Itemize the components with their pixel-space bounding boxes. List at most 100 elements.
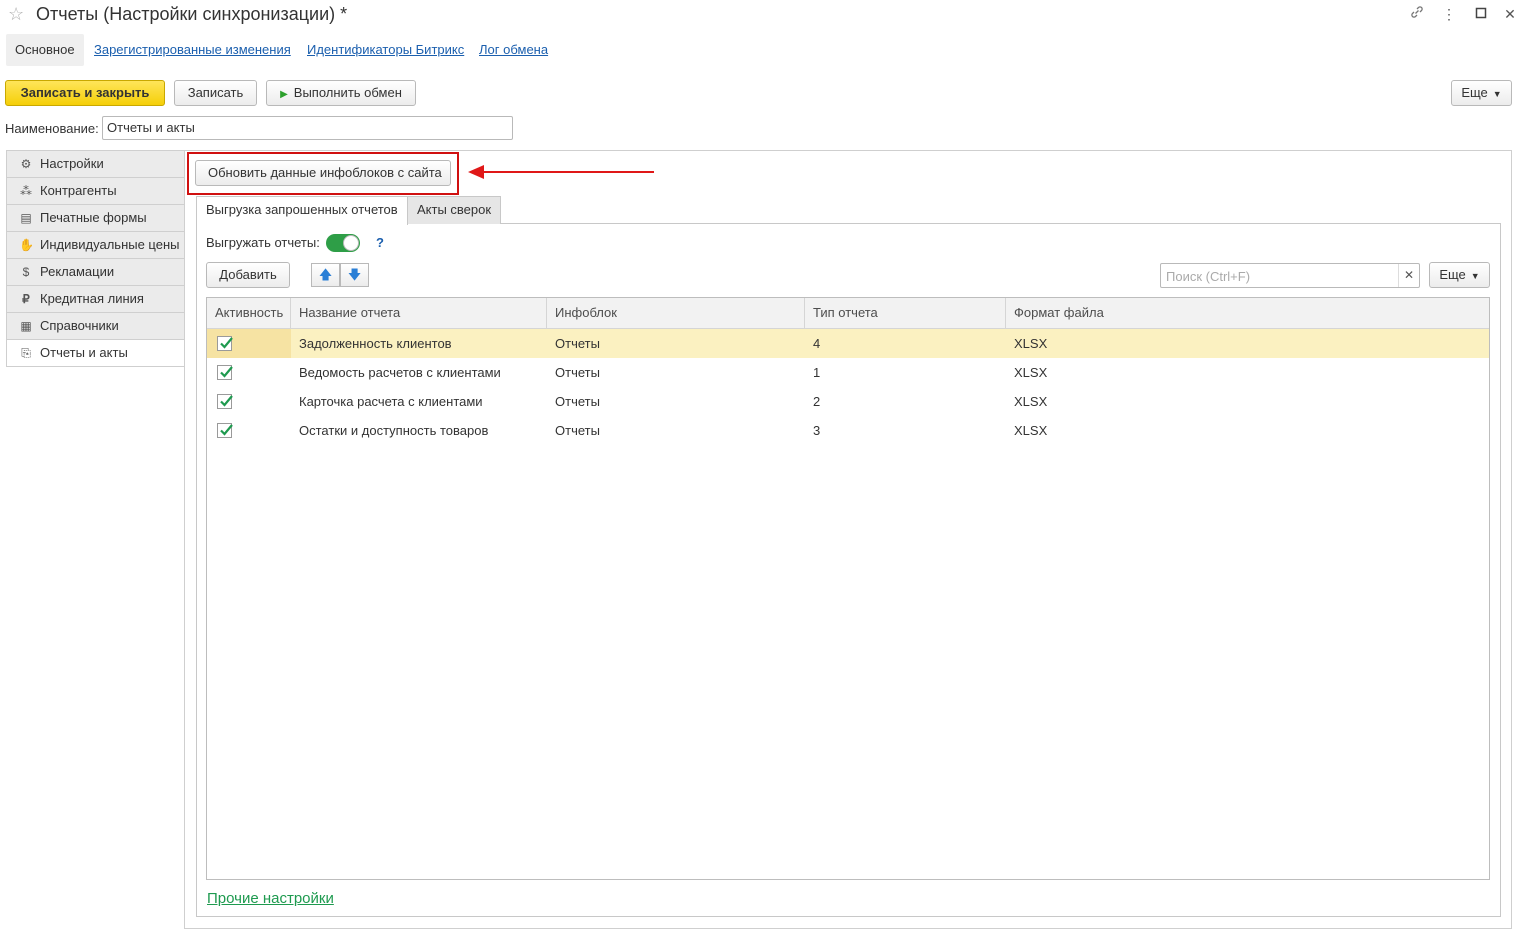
search-input[interactable] — [1164, 265, 1400, 287]
name-field[interactable]: Отчеты и акты — [102, 116, 513, 140]
active-cell[interactable] — [207, 387, 291, 416]
sidebar-item-label: Кредитная линия — [40, 291, 144, 306]
sidebar-item-label: Настройки — [40, 156, 104, 171]
clear-icon[interactable]: ✕ — [1398, 264, 1419, 287]
checkbox[interactable] — [217, 394, 233, 409]
infoblock-cell: Отчеты — [555, 365, 600, 380]
file-format-cell: XLSX — [1014, 394, 1048, 409]
export-reports-label: Выгружать отчеты: — [206, 235, 320, 250]
more-label: Еще — [1439, 267, 1466, 282]
move-down-icon[interactable]: 🡇 — [340, 263, 369, 287]
gear-icon: ⚙ — [20, 157, 32, 171]
tab-reconciliation-acts[interactable]: Акты сверок — [407, 196, 502, 224]
report-type-cell: 3 — [813, 423, 821, 438]
sidebar-item-label: Контрагенты — [40, 183, 117, 198]
table-row[interactable]: Задолженность клиентов Отчеты 4 XLSX — [207, 329, 1489, 358]
users-icon: ⁂ — [20, 184, 32, 198]
nav-link-registered-changes[interactable]: Зарегистрированные изменения — [94, 42, 291, 57]
active-cell[interactable] — [207, 358, 291, 387]
report-name-cell: Ведомость расчетов с клиентами — [299, 365, 501, 380]
maximize-icon[interactable] — [1470, 4, 1492, 24]
other-settings-link[interactable]: Прочие настройки — [207, 890, 334, 907]
report-name-cell: Карточка расчета с клиентами — [299, 394, 483, 409]
table-header: Активность Название отчета Инфоблок Тип … — [207, 298, 1489, 329]
reports-table: Активность Название отчета Инфоблок Тип … — [206, 297, 1490, 880]
column-header[interactable]: Название отчета — [291, 298, 547, 329]
highlight-box — [187, 152, 459, 195]
checkbox[interactable] — [217, 423, 233, 438]
sidebar-item-label: Рекламации — [40, 264, 115, 279]
check-icon — [220, 395, 233, 407]
run-exchange-label: Выполнить обмен — [293, 85, 402, 100]
infoblock-cell: Отчеты — [555, 423, 600, 438]
play-icon: ▶ — [280, 89, 288, 100]
save-button[interactable]: Записать — [174, 80, 257, 106]
sidebar-item-label: Отчеты и акты — [40, 345, 128, 360]
document-icon: ▤ — [20, 211, 32, 225]
ruble-icon: ₽ — [22, 292, 30, 306]
caret-down-icon: ▼ — [1470, 271, 1480, 281]
file-format-cell: XLSX — [1014, 365, 1048, 380]
report-icon: ⎘ — [21, 346, 31, 360]
infoblock-cell: Отчеты — [555, 394, 600, 409]
star-icon[interactable]: ☆ — [8, 4, 24, 25]
add-button[interactable]: Добавить — [206, 262, 290, 288]
table-row[interactable]: Карточка расчета с клиентами Отчеты 2 XL… — [207, 387, 1489, 416]
save-and-close-button[interactable]: Записать и закрыть — [5, 80, 165, 106]
sidebar-item-credit-line[interactable]: ₽ Кредитная линия — [6, 285, 185, 312]
help-icon[interactable]: ? — [376, 235, 384, 250]
tab-requested-reports[interactable]: Выгрузка запрошенных отчетов — [196, 196, 408, 225]
more-vertical-icon[interactable]: ⋮ — [1438, 4, 1460, 24]
active-cell[interactable] — [207, 329, 291, 358]
check-icon — [220, 337, 233, 349]
sidebar-item-directories[interactable]: ▦ Справочники — [6, 312, 185, 339]
export-reports-toggle[interactable] — [326, 234, 360, 252]
nav-link-exchange-log[interactable]: Лог обмена — [479, 42, 548, 57]
money-bag-icon: $ — [22, 265, 30, 279]
column-header[interactable]: Инфоблок — [547, 298, 805, 329]
check-icon — [220, 366, 233, 378]
close-icon[interactable]: ✕ — [1499, 4, 1521, 24]
table-more-button[interactable]: Еще ▼ — [1429, 262, 1490, 288]
sidebar-item-settings[interactable]: ⚙ Настройки — [6, 150, 185, 177]
report-type-cell: 2 — [813, 394, 821, 409]
check-icon — [220, 424, 233, 436]
window-title: Отчеты (Настройки синхронизации) * — [36, 4, 348, 24]
sidebar-item-print-forms[interactable]: ▤ Печатные формы — [6, 204, 185, 231]
active-cell[interactable] — [207, 416, 291, 445]
sidebar-item-label: Печатные формы — [40, 210, 147, 225]
nav-link-bitrix-ids[interactable]: Идентификаторы Битрикс — [307, 42, 464, 57]
sidebar-item-contractors[interactable]: ⁂ Контрагенты — [6, 177, 185, 204]
infoblock-cell: Отчеты — [555, 336, 600, 351]
arrow-icon — [468, 165, 654, 179]
checkbox[interactable] — [217, 336, 233, 351]
sidebar-item-label: Справочники — [40, 318, 119, 333]
table-row[interactable]: Ведомость расчетов с клиентами Отчеты 1 … — [207, 358, 1489, 387]
sidebar-item-reports-acts[interactable]: ⎘ Отчеты и акты — [6, 339, 185, 367]
caret-down-icon: ▼ — [1492, 89, 1502, 99]
column-header[interactable]: Тип отчета — [805, 298, 1006, 329]
table-row[interactable]: Остатки и доступность товаров Отчеты 3 X… — [207, 416, 1489, 445]
sidebar-item-individual-prices[interactable]: ✋ Индивидуальные цены — [6, 231, 185, 258]
handshake-icon: ✋ — [19, 238, 34, 252]
report-name-cell: Задолженность клиентов — [299, 336, 452, 351]
nav-tab-main[interactable]: Основное — [6, 34, 84, 66]
column-header[interactable]: Формат файла — [1006, 298, 1489, 329]
column-header[interactable]: Активность — [207, 298, 291, 329]
table-icon: ▦ — [20, 319, 32, 333]
report-type-cell: 1 — [813, 365, 821, 380]
more-button[interactable]: Еще ▼ — [1451, 80, 1512, 106]
file-format-cell: XLSX — [1014, 423, 1048, 438]
checkbox[interactable] — [217, 365, 233, 380]
more-label: Еще — [1461, 85, 1488, 100]
report-type-cell: 4 — [813, 336, 821, 351]
move-up-icon[interactable]: 🡅 — [311, 263, 340, 287]
name-label: Наименование: — [5, 121, 99, 136]
link-icon[interactable] — [1406, 4, 1428, 24]
sidebar-item-label: Индивидуальные цены — [40, 237, 180, 252]
sidebar-item-reclamations[interactable]: $ Рекламации — [6, 258, 185, 285]
run-exchange-button[interactable]: ▶ Выполнить обмен — [266, 80, 416, 106]
file-format-cell: XLSX — [1014, 336, 1048, 351]
report-name-cell: Остатки и доступность товаров — [299, 423, 489, 438]
search-box: ✕ — [1160, 263, 1420, 288]
